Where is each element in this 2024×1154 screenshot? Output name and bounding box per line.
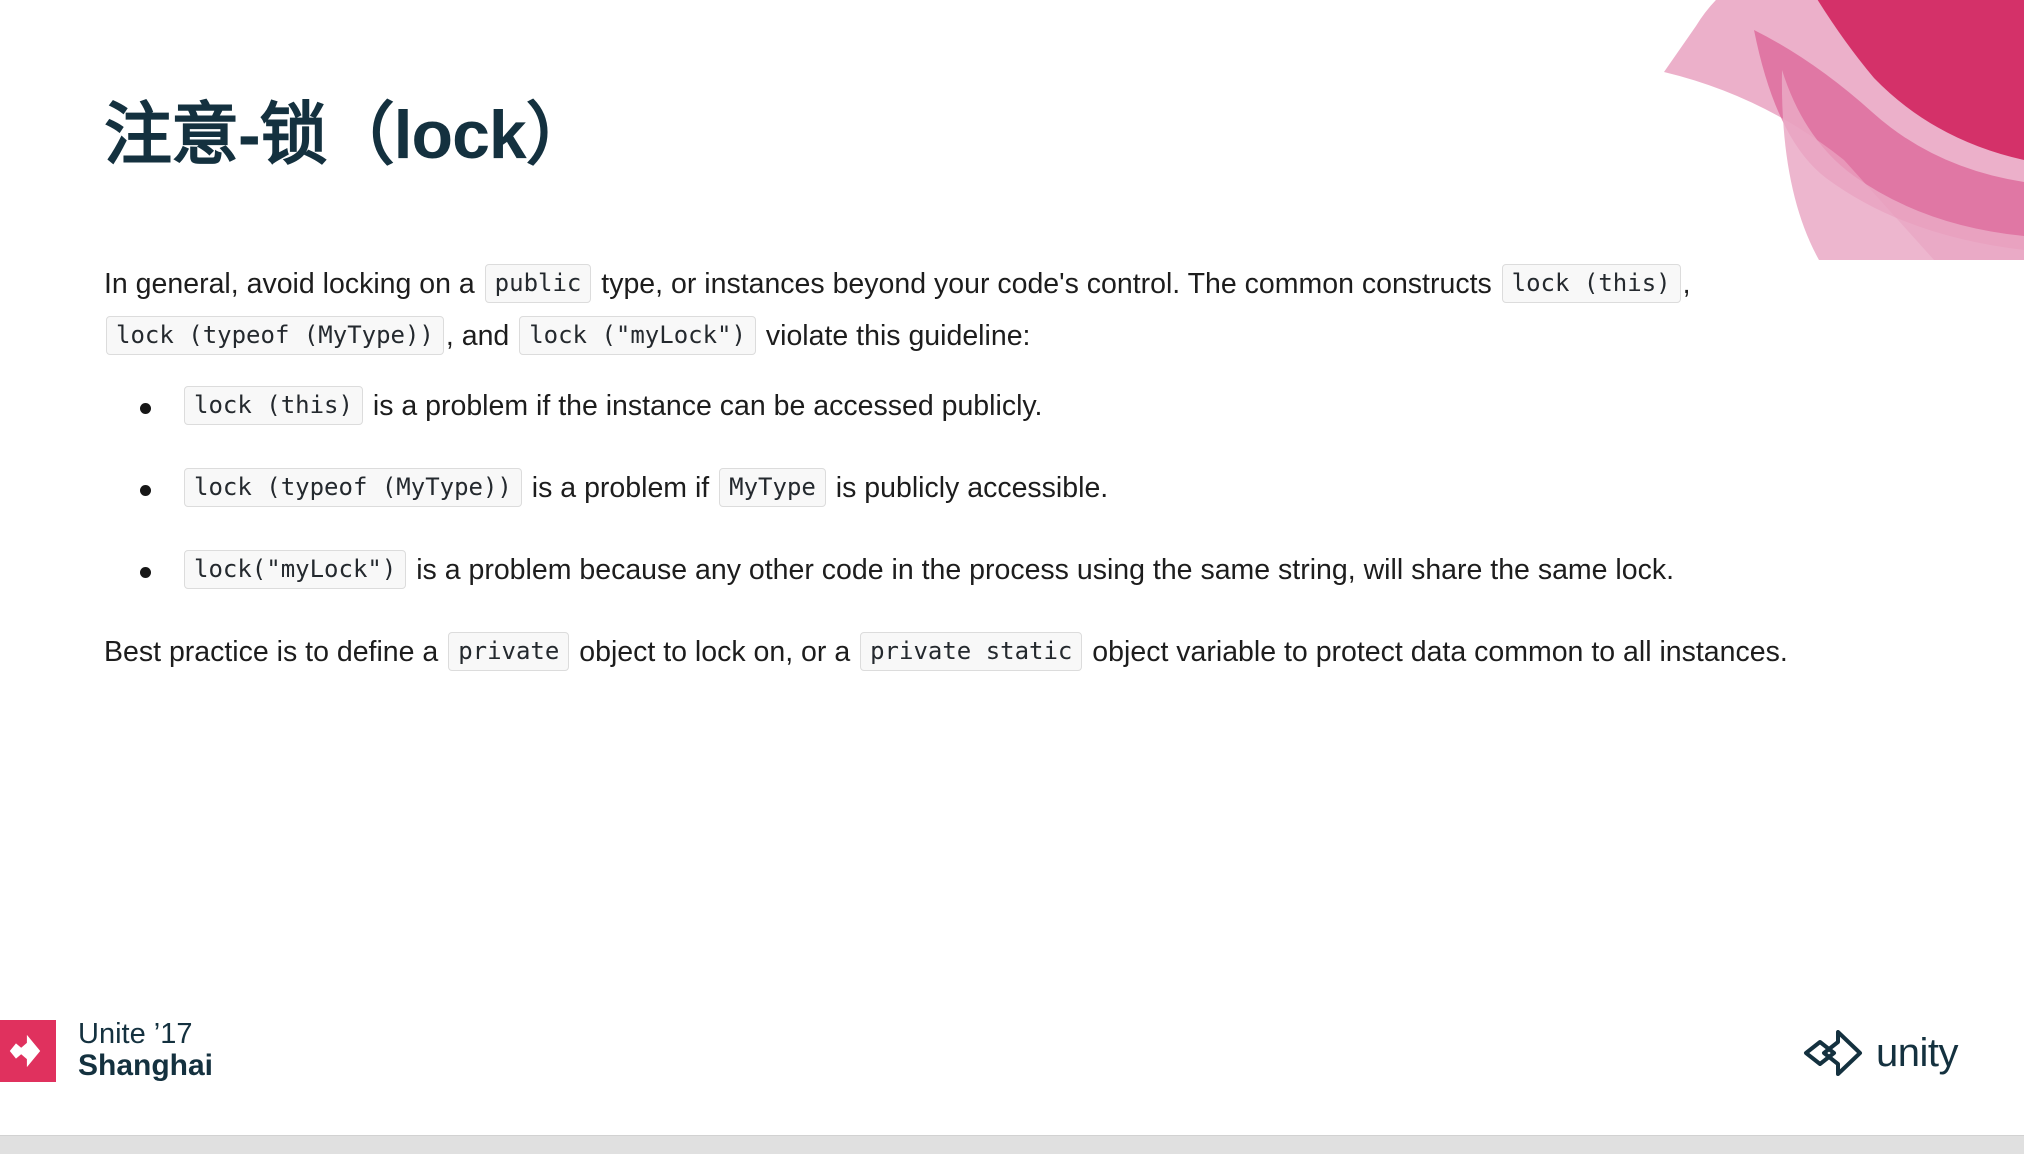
code-chip-bullet3-a: lock("myLock"): [184, 550, 407, 589]
unity-cube-icon: [1804, 1030, 1862, 1076]
intro-text-1: In general, avoid locking on a: [104, 268, 483, 300]
bullet1-text-1: is a problem if the instance can be acce…: [364, 390, 1043, 422]
intro-text-3: ,: [1682, 268, 1691, 300]
slide-body: In general, avoid locking on a public ty…: [104, 258, 1934, 696]
code-chip-lock-mylock: lock ("myLock"): [519, 316, 756, 355]
bullet2-text-2: is publicly accessible.: [827, 472, 1109, 504]
intro-text-2: type, or instances beyond your code's co…: [593, 268, 1500, 300]
unite-branding: Unite ’17 Shanghai: [0, 1019, 213, 1082]
outro-text-1: Best practice is to define a: [104, 636, 447, 668]
unite-year-label: Unite ’17: [78, 1018, 193, 1051]
unity-wordmark: unity: [1876, 1030, 1959, 1075]
code-chip-lock-this: lock (this): [1501, 264, 1681, 303]
outro-paragraph: Best practice is to define a private obj…: [104, 626, 1934, 678]
ribbon-light-2: [1781, 70, 2024, 260]
intro-text-5: violate this guideline:: [757, 320, 1031, 352]
bullet2-text-1: is a problem if: [523, 472, 718, 504]
ribbon-mid: [1754, 30, 2024, 250]
code-chip-lock-typeof: lock (typeof (MyType)): [106, 316, 444, 355]
code-chip-bullet2-b: MyType: [719, 468, 826, 507]
list-item: lock (this) is a problem if the instance…: [104, 380, 1934, 432]
code-chip-bullet1-a: lock (this): [184, 386, 363, 425]
bullet3-text-1: is a problem because any other code in t…: [408, 554, 1675, 586]
guideline-list: lock (this) is a problem if the instance…: [104, 380, 1934, 596]
slide-canvas: 注意-锁（lock） In general, avoid locking on …: [0, 0, 2024, 1154]
unity-cube-icon: [9, 1034, 41, 1067]
code-chip-public: public: [484, 264, 592, 303]
unite-city-label: Shanghai: [78, 1049, 214, 1083]
list-item: lock (typeof (MyType)) is a problem if M…: [104, 462, 1934, 514]
code-chip-private: private: [448, 632, 570, 671]
pink-ribbon-decoration: [1664, 0, 2024, 260]
unity-branding: unity: [1802, 1030, 1959, 1076]
list-item: lock("myLock") is a problem because any …: [104, 544, 1934, 596]
viewer-bottom-strip: [0, 1135, 2024, 1154]
slide-title: 注意-锁（lock）: [104, 97, 594, 173]
intro-paragraph: In general, avoid locking on a public ty…: [104, 258, 1934, 362]
ribbon-dark: [1817, 0, 2024, 160]
unite-logo-badge: [0, 1019, 56, 1082]
ribbon-light: [1664, 0, 2024, 260]
outro-text-2: object to lock on, or a: [571, 636, 859, 668]
intro-text-4: , and: [445, 320, 518, 352]
code-chip-bullet2-a: lock (typeof (MyType)): [184, 468, 522, 507]
code-chip-private-static: private static: [860, 632, 1083, 671]
outro-text-3: object variable to protect data common t…: [1084, 636, 1788, 668]
unite-text-block: Unite ’17 Shanghai: [78, 1019, 213, 1082]
